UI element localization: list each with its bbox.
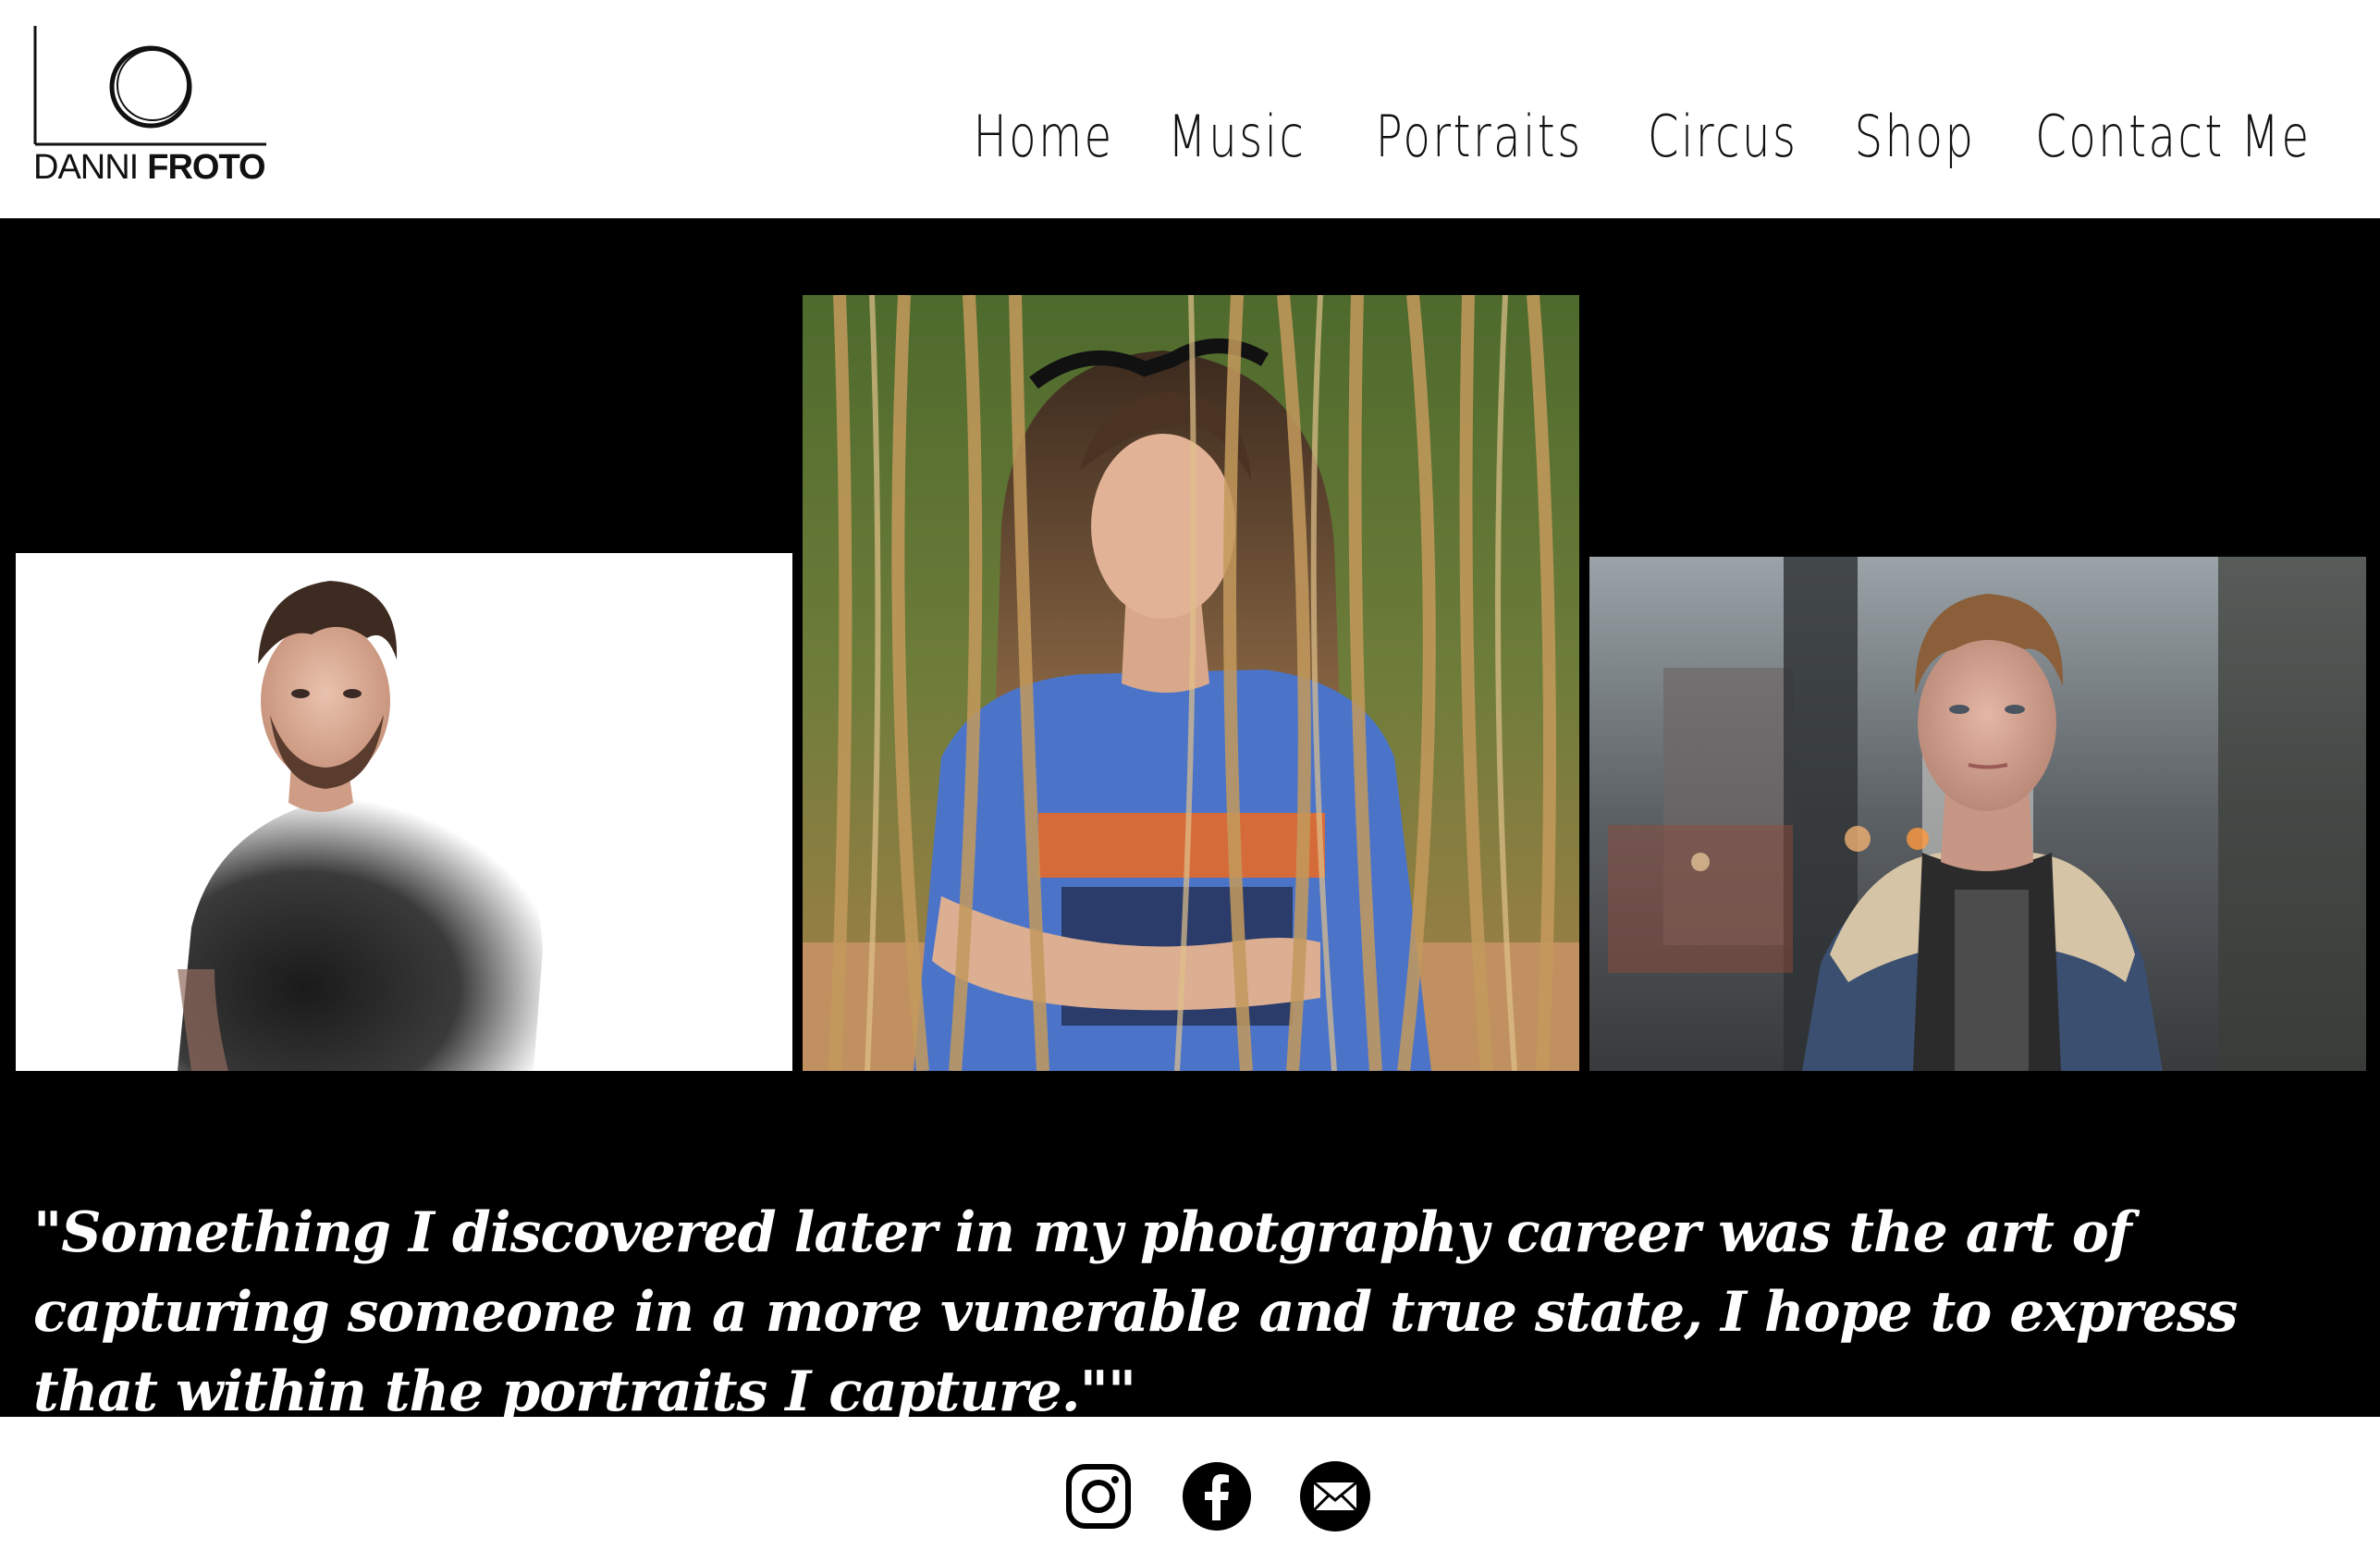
nav-item-music[interactable]: Music <box>1169 102 1307 172</box>
site-header: DANNI FROTO Home Music Portraits Circus S… <box>0 0 2380 218</box>
logo-first-name: DANNI <box>33 148 139 187</box>
logo-text: DANNI FROTO <box>33 148 266 187</box>
site-footer <box>0 1417 2380 1550</box>
nav-item-contact-me[interactable]: Contact Me <box>2036 102 2312 172</box>
social-links <box>1061 1459 1372 1533</box>
portrait-photo-3[interactable] <box>1589 557 2366 1071</box>
nav-item-portraits[interactable]: Portraits <box>1375 102 1582 172</box>
email-icon[interactable] <box>1298 1459 1372 1533</box>
main-nav: Home Music Portraits Circus Shop Contact… <box>959 102 2345 172</box>
portraits-quote: "Something I discovered later in my phot… <box>33 1200 2238 1424</box>
portraits-section: "Something I discovered later in my phot… <box>0 218 2380 1424</box>
nav-item-shop[interactable]: Shop <box>1855 102 1976 172</box>
portrait-photo-1[interactable] <box>16 553 792 1071</box>
nav-item-circus[interactable]: Circus <box>1648 102 1798 172</box>
portrait-photo-2[interactable] <box>803 295 1579 1071</box>
instagram-icon[interactable] <box>1061 1459 1135 1533</box>
nav-item-home[interactable]: Home <box>974 102 1114 172</box>
logo-last-name: FROTO <box>147 148 265 187</box>
logo-mark-icon <box>33 26 266 146</box>
site-logo[interactable]: DANNI FROTO <box>33 26 274 188</box>
facebook-icon[interactable] <box>1180 1459 1254 1533</box>
